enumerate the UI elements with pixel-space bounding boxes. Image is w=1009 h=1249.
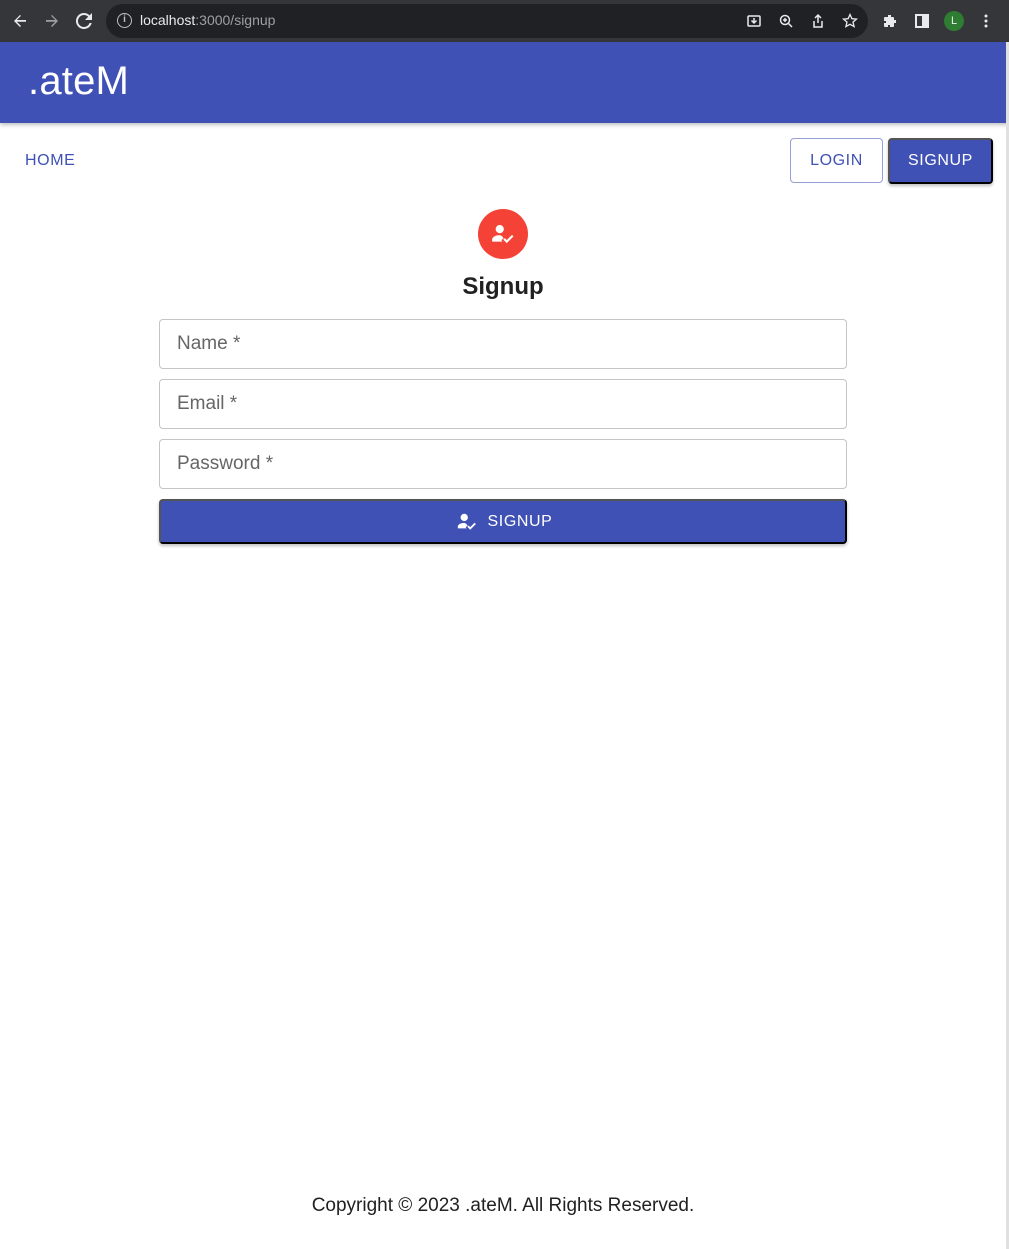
extensions-icon[interactable] <box>876 5 904 37</box>
signup-submit-button[interactable]: SIGNUP <box>159 499 847 544</box>
person-check-icon <box>492 225 514 244</box>
profile-button[interactable]: L <box>940 5 968 37</box>
forward-icon[interactable] <box>36 5 68 37</box>
avatar: L <box>944 11 964 31</box>
signup-nav-button[interactable]: SIGNUP <box>888 138 993 184</box>
login-button[interactable]: LOGIN <box>790 138 883 183</box>
signup-submit-label: SIGNUP <box>487 512 553 530</box>
home-link[interactable]: HOME <box>16 140 84 182</box>
url-text: localhost:3000/signup <box>140 12 276 28</box>
name-field-label: Name * <box>177 333 241 354</box>
bookmark-star-icon[interactable] <box>838 9 862 33</box>
browser-toolbar: i localhost:3000/signup L <box>0 0 1009 42</box>
back-icon[interactable] <box>4 5 36 37</box>
signup-avatar <box>478 209 528 259</box>
app-title[interactable]: .ateM <box>28 59 129 104</box>
zoom-icon[interactable] <box>774 9 798 33</box>
address-bar[interactable]: i localhost:3000/signup <box>106 4 868 38</box>
email-field[interactable]: Email * <box>159 379 847 429</box>
side-panel-icon[interactable] <box>908 5 936 37</box>
site-info-icon[interactable]: i <box>117 13 132 28</box>
app-header: .ateM <box>0 42 1009 123</box>
footer-copyright: Copyright © 2023 .ateM. All Rights Reser… <box>311 1195 695 1216</box>
share-icon[interactable] <box>806 9 830 33</box>
menu-kebab-icon[interactable] <box>972 5 1000 37</box>
name-field[interactable]: Name * <box>159 319 847 369</box>
person-check-icon <box>454 511 480 533</box>
password-field[interactable]: Password * <box>159 439 847 489</box>
page-title: Signup <box>462 273 544 300</box>
password-field-label: Password * <box>177 453 274 474</box>
install-icon[interactable] <box>742 9 766 33</box>
reload-icon[interactable] <box>68 5 100 37</box>
email-field-label: Email * <box>177 393 238 414</box>
